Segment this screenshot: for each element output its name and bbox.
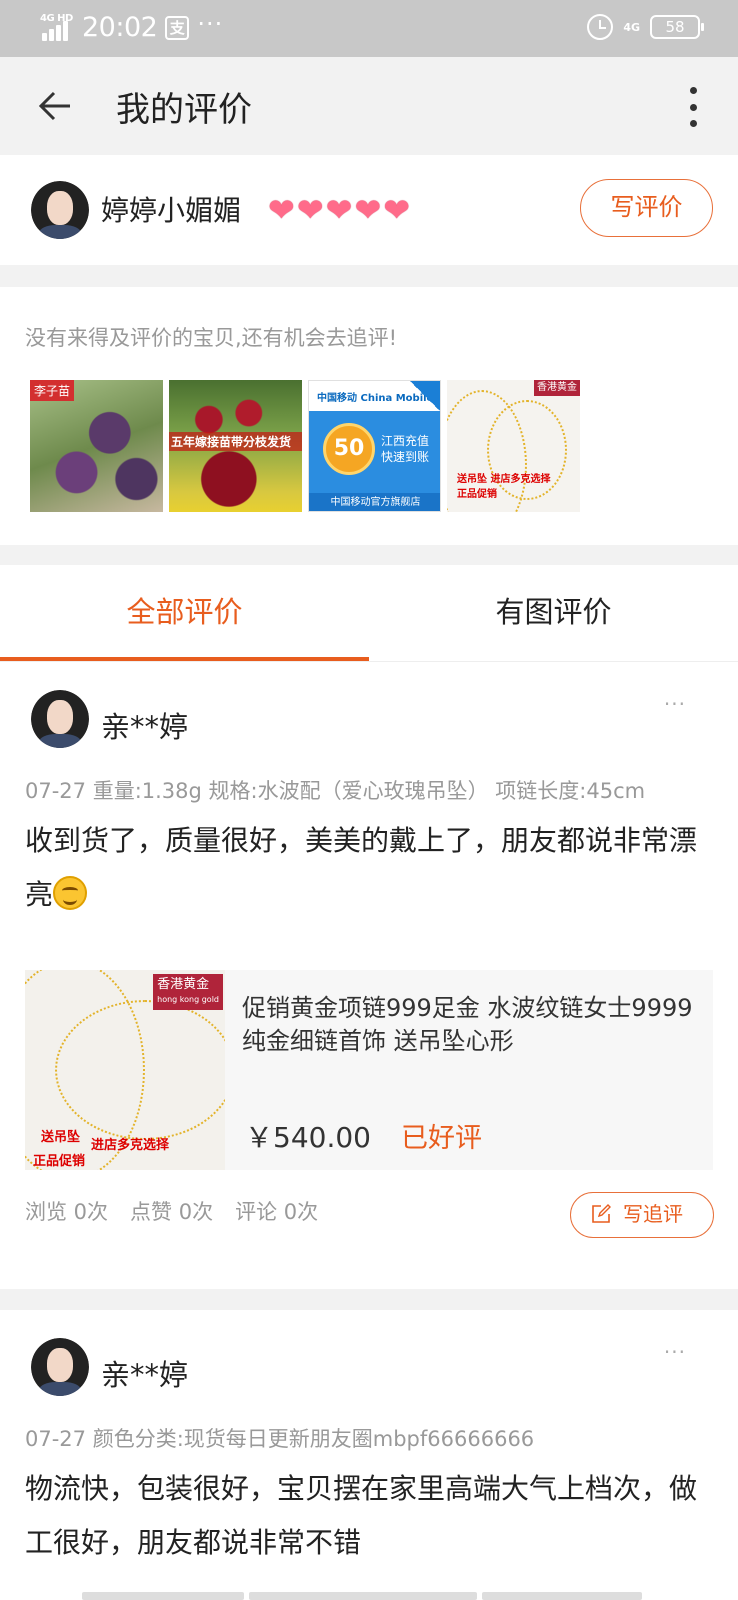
status-time: 20:02: [82, 12, 158, 43]
review-status: 已好评: [401, 1123, 482, 1154]
heart-icon: ❤: [325, 191, 353, 229]
nav-bar: 我的评价: [0, 57, 738, 155]
review-card: 亲**婷 ··· 07-27 颜色分类:现货每日更新朋友圈mbpf6666666…: [0, 1310, 738, 1600]
view-count: 浏览 0次: [25, 1200, 109, 1224]
image-strip-preview: [482, 1592, 642, 1600]
tab-active-indicator: [0, 657, 369, 661]
tab-all-reviews[interactable]: 全部评价: [0, 565, 369, 662]
notification-more-icon: ···: [197, 9, 224, 38]
pending-item-gold-necklace[interactable]: 香港黄金 送吊坠 进店多克选择 正品促销: [447, 380, 580, 512]
write-follow-up-button[interactable]: 写追评: [570, 1192, 714, 1238]
battery-icon: 58: [650, 15, 704, 39]
pending-item-plum-seedling[interactable]: 李子苗: [30, 380, 163, 512]
review-meta: 07-27 重量:1.38g 规格:水波配（爱心玫瑰吊坠） 项链长度:45cm: [25, 779, 646, 803]
heart-icon: ❤: [296, 191, 324, 229]
profile-header: 婷婷小媚媚 ❤ ❤ ❤ ❤ ❤ 写评价: [0, 155, 738, 265]
credit-level-hearts: ❤ ❤ ❤ ❤ ❤: [268, 191, 410, 229]
heart-icon: ❤: [354, 191, 382, 229]
status-bar: 4G HD 20:02 支 ··· 4G 58: [0, 0, 738, 57]
review-meta: 07-27 颜色分类:现货每日更新朋友圈mbpf66666666: [25, 1427, 535, 1451]
back-arrow-icon[interactable]: [34, 84, 78, 128]
comment-count: 评论 0次: [235, 1200, 319, 1224]
avatar[interactable]: [31, 181, 89, 239]
image-strip-preview: [82, 1592, 244, 1600]
edit-icon: [592, 1204, 611, 1223]
pending-item-cherry-seedling[interactable]: 五年嫁接苗带分枝发货: [169, 380, 302, 512]
pending-review-section: 没有来得及评价的宝贝,还有机会去追评! 李子苗 五年嫁接苗带分枝发货 中国移动 …: [0, 287, 738, 545]
page-title: 我的评价: [116, 90, 252, 130]
review-more-icon[interactable]: ···: [664, 1340, 686, 1364]
image-strip-preview: [249, 1592, 477, 1600]
network-4g-icon: 4G: [623, 20, 640, 34]
heart-icon: ❤: [383, 191, 411, 229]
review-tabs: 全部评价 有图评价: [0, 565, 738, 662]
avatar[interactable]: [31, 690, 89, 748]
signal-icon: 4G HD: [40, 13, 74, 43]
avatar[interactable]: [31, 1338, 89, 1396]
product-price: ￥540.00: [245, 1121, 371, 1154]
reviewed-product[interactable]: 香港黄金 hong kong gold 送吊坠 进店多克选择 正品促销 促销黄金项…: [25, 970, 713, 1170]
review-stats: 浏览 0次 点赞 0次 评论 0次: [25, 1196, 318, 1226]
like-count: 点赞 0次: [130, 1200, 214, 1224]
product-title: 促销黄金项链999足金 水波纹链女士9999纯金细链首饰 送吊坠心形: [242, 994, 693, 1055]
alarm-icon: [587, 14, 614, 40]
tab-image-reviews[interactable]: 有图评价: [369, 565, 738, 662]
smile-emoji-icon: [53, 876, 88, 910]
write-review-button[interactable]: 写评价: [580, 179, 713, 237]
username: 婷婷小媚媚: [101, 194, 242, 227]
product-image: 香港黄金 hong kong gold 送吊坠 进店多克选择 正品促销: [25, 970, 225, 1170]
review-more-icon[interactable]: ···: [664, 692, 686, 716]
pending-review-hint: 没有来得及评价的宝贝,还有机会去追评!: [25, 326, 398, 350]
pending-items: 李子苗 五年嫁接苗带分枝发货 中国移动 China Mobile 50 江西充值…: [30, 380, 580, 512]
review-content: 收到货了，质量很好，美美的戴上了，朋友都说非常漂亮: [25, 824, 698, 911]
reviewer-name: 亲**婷: [101, 1358, 189, 1392]
review-card: 亲**婷 ··· 07-27 重量:1.38g 规格:水波配（爱心玫瑰吊坠） 项…: [0, 662, 738, 1289]
alipay-icon: 支: [165, 15, 190, 40]
reviewer-name: 亲**婷: [101, 710, 189, 744]
more-menu-icon[interactable]: [688, 87, 698, 127]
pending-item-mobile-recharge[interactable]: 中国移动 China Mobile 50 江西充值 快速到账 中国移动官方旗舰店: [308, 380, 441, 512]
heart-icon: ❤: [268, 191, 295, 229]
review-content: 物流快，包装很好，宝贝摆在家里高端大气上档次，做工很好，朋友都说非常不错: [25, 1472, 698, 1559]
